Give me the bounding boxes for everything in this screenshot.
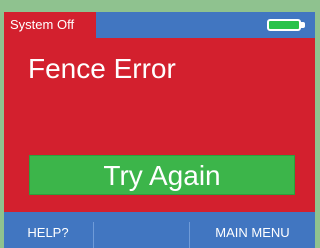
status-bar: System Off — [4, 12, 315, 38]
main-menu-button[interactable]: MAIN MENU — [190, 212, 315, 248]
try-again-button[interactable]: Try Again — [29, 155, 295, 195]
device-screen: System Off Fence Error Try Again HELP? M… — [0, 0, 320, 248]
battery-icon — [267, 19, 301, 31]
error-panel: System Off Fence Error Try Again HELP? M… — [4, 12, 315, 248]
battery-tip — [301, 22, 305, 28]
error-title: Fence Error — [28, 53, 176, 84]
blank-softkey-button[interactable] — [94, 212, 188, 248]
help-button[interactable]: HELP? — [4, 212, 92, 248]
bottom-bar: HELP? MAIN MENU — [4, 212, 315, 248]
system-state-label: System Off — [4, 12, 96, 38]
